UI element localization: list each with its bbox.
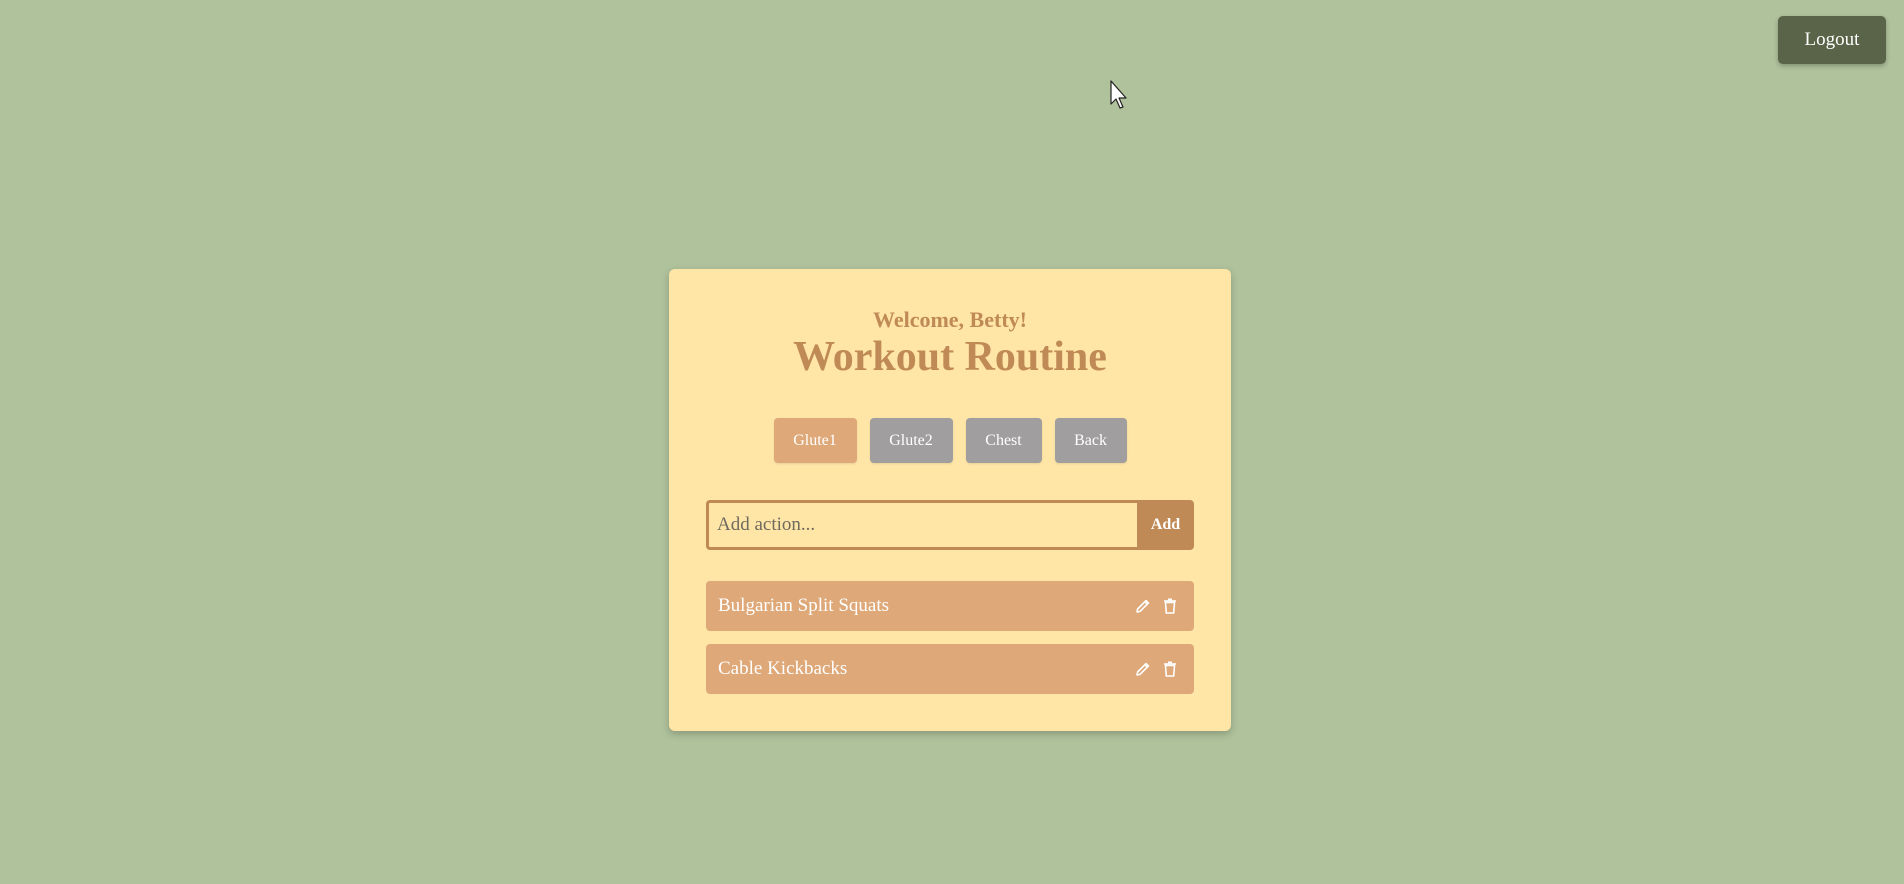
add-action-form: Add [706, 500, 1194, 550]
tab-back[interactable]: Back [1054, 418, 1127, 463]
list-item-label: Cable Kickbacks [718, 658, 848, 679]
list-item: Cable Kickbacks [706, 644, 1194, 694]
logout-button[interactable]: Logout [1778, 16, 1886, 64]
workout-card: Welcome, Betty! Workout Routine Glute1 G… [669, 269, 1231, 731]
list-item: Bulgarian Split Squats [706, 581, 1194, 631]
tab-glute2[interactable]: Glute2 [869, 418, 953, 463]
routine-tabs: Glute1 Glute2 Chest Back [669, 418, 1231, 463]
welcome-message: Welcome, Betty! [873, 307, 1027, 332]
trash-icon[interactable] [1161, 660, 1179, 678]
add-button[interactable]: Add [1137, 500, 1194, 550]
pencil-icon[interactable] [1134, 660, 1152, 678]
action-list: Bulgarian Split Squats Cable Kickbacks [706, 581, 1194, 707]
tab-chest[interactable]: Chest [965, 418, 1042, 463]
page-title: Workout Routine [793, 334, 1107, 380]
trash-icon[interactable] [1161, 597, 1179, 615]
list-item-label: Bulgarian Split Squats [718, 595, 889, 616]
mouse-cursor-icon [1110, 80, 1127, 109]
pencil-icon[interactable] [1134, 597, 1152, 615]
add-action-input[interactable] [706, 500, 1137, 550]
tab-glute1[interactable]: Glute1 [773, 418, 857, 463]
